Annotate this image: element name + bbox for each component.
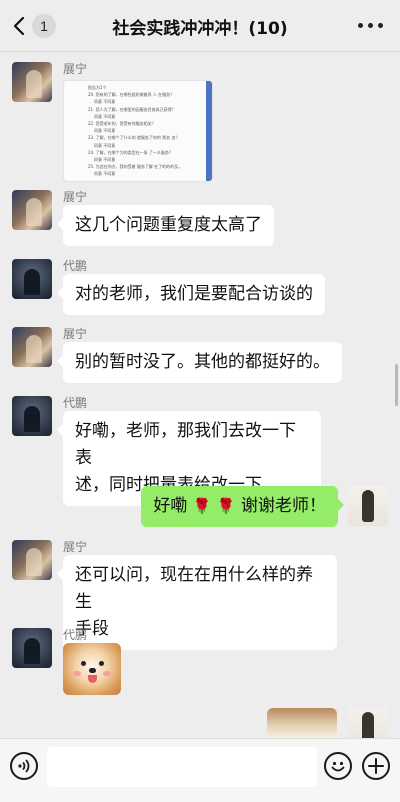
input-bar (0, 738, 400, 802)
message-text-line: 好嘞，老师，那我们去改一下表 (75, 421, 296, 468)
sender-name: 展宁 (63, 190, 88, 204)
message-text: 好嘞 (153, 496, 188, 516)
doc-text-line: 21. 您人为了解，在哪里的因服务目前具已获得？ (88, 106, 176, 112)
doc-text-line: 同意 不同意 (94, 128, 116, 134)
emoji-icon (331, 761, 345, 772)
doc-text-line: 同意 不同意 (94, 171, 116, 177)
message-bubble[interactable]: 别的暂时没了。其他的都挺好的。 (57, 342, 342, 383)
rose-icon: 🌹 (192, 497, 212, 515)
message-item: 代鹏 (0, 626, 400, 698)
message-text-line: 还可以问，现在在用什么样的养生 (75, 565, 313, 612)
doc-text-line: 20. 您有的了解，在哪些组织做着养 人 在服务？ (88, 92, 175, 98)
message-text: 对的老师，我们是要配合访谈的 (75, 284, 313, 304)
document-image[interactable]: 报告为1个 20. 您有的了解，在哪些组织做着养 人 在服务？ 同意 不同意 21. … (63, 80, 213, 182)
plus-icon (368, 758, 384, 774)
plus-button[interactable] (362, 752, 390, 780)
doc-text-line: 同意 不同意 (94, 142, 116, 148)
doc-text-line: 23. 了解，在哪个了什么的 就服务了你的 到务 务？ (88, 135, 180, 141)
doc-text-line: 同意 不同意 (94, 99, 116, 105)
avatar[interactable] (12, 62, 52, 102)
doc-text-line: 22. 您受老年的，您受有你服务相关？ (88, 121, 156, 126)
message-item: 展宁 报告为1个 20. 您有的了解，在哪些组织做着养 人 在服务？ 同意 不同意 2… (0, 60, 400, 188)
back-button[interactable]: 1 (10, 12, 60, 40)
avatar[interactable] (12, 327, 52, 367)
avatar[interactable] (12, 190, 52, 230)
sender-name: 代鹏 (63, 628, 88, 642)
more-button[interactable] (358, 18, 388, 34)
emoji-button[interactable] (324, 752, 352, 780)
message-input[interactable] (47, 747, 317, 787)
message-item: 好嘞 🌹 🌹 谢谢老师！ (0, 484, 400, 528)
sender-name: 展宁 (63, 327, 88, 341)
scrollbar[interactable] (395, 364, 398, 406)
message-item: 展宁 还可以问，现在在用什么样的养生 手段 (0, 538, 400, 650)
avatar[interactable] (12, 396, 52, 436)
message-item (0, 706, 400, 738)
voice-button[interactable] (10, 752, 38, 780)
chat-title: 社会实践冲冲冲！(10) (112, 19, 288, 39)
doc-text-line: 同意 不同意 (94, 113, 116, 119)
message-text: 谢谢老师！ (241, 496, 326, 516)
voice-icon (18, 759, 30, 773)
avatar[interactable] (12, 259, 52, 299)
dog-sticker[interactable] (267, 708, 337, 738)
sender-name: 展宁 (63, 62, 88, 76)
message-text: 别的暂时没了。其他的都挺好的。 (75, 352, 330, 372)
rose-icon: 🌹 (216, 497, 236, 515)
doc-text-line: 25. 为此在你方，我的受着 服务了解 在了的的的及。 (88, 164, 183, 170)
chat-header: 1 社会实践冲冲冲！(10) (0, 0, 400, 52)
avatar[interactable] (12, 540, 52, 580)
more-dots-icon (358, 23, 363, 28)
chevron-left-icon (13, 16, 25, 36)
message-item: 代鹏 好嘞，老师，那我们去改一下表 述，同时把量表给改一下 (0, 394, 400, 506)
message-item: 代鹏 对的老师，我们是要配合访谈的 (0, 257, 400, 317)
shiba-dog-sticker[interactable] (63, 643, 121, 695)
sender-name: 展宁 (63, 540, 88, 554)
message-item: 展宁 别的暂时没了。其他的都挺好的。 (0, 325, 400, 385)
my-avatar[interactable] (348, 708, 388, 738)
message-list[interactable]: 展宁 报告为1个 20. 您有的了解，在哪些组织做着养 人 在服务？ 同意 不同意 2… (0, 52, 400, 738)
doc-text-line: 报告为1个 (88, 85, 107, 90)
message-text: 这几个问题重复度太高了 (75, 215, 262, 235)
message-bubble[interactable]: 对的老师，我们是要配合访谈的 (57, 274, 325, 315)
unread-count-badge: 1 (32, 14, 56, 38)
message-bubble[interactable]: 好嘞 🌹 🌹 谢谢老师！ (141, 486, 344, 527)
avatar[interactable] (12, 628, 52, 668)
sender-name: 代鹏 (63, 259, 88, 273)
message-bubble[interactable]: 这几个问题重复度太高了 (57, 205, 274, 246)
sender-name: 代鹏 (63, 396, 88, 410)
doc-text-line: 24. 了解，在哪个为的类型在一条 了一么服务？ (88, 149, 173, 155)
doc-text-line: 同意 不同意 (94, 157, 116, 162)
message-item: 展宁 这几个问题重复度太高了 (0, 188, 400, 248)
my-avatar[interactable] (348, 486, 388, 526)
